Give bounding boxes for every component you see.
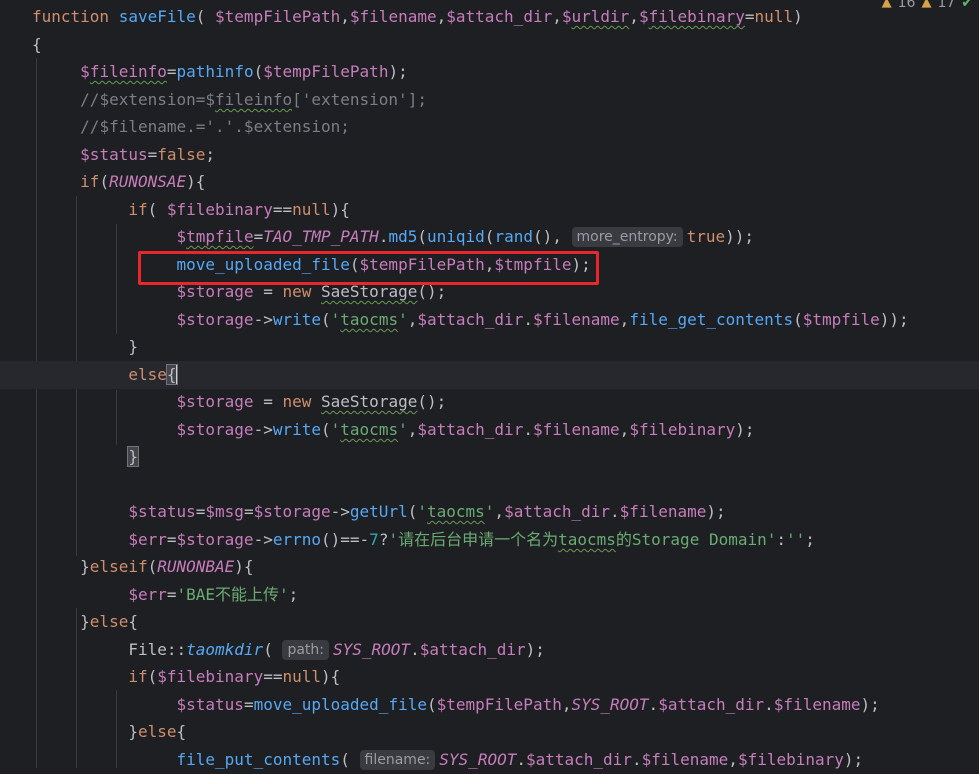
parameter-hint: path:	[282, 640, 329, 660]
weak-warning-count: 17	[937, 0, 956, 11]
parameter-hint: more_entropy:	[571, 227, 683, 247]
code-line[interactable]: if($filebinary==null){	[0, 663, 979, 691]
code-line[interactable]: if(RUNONSAE){	[0, 168, 979, 196]
code-line[interactable]: $err='BAE不能上传';	[0, 581, 979, 609]
code-line[interactable]: //$filename.='.'.$extension;	[0, 113, 979, 141]
code-line[interactable]: File::taomkdir( path: SYS_ROOT.$attach_di…	[0, 636, 979, 664]
inspection-status[interactable]: ▲ 16 ▲ 17 ✔	[881, 0, 979, 12]
warning-count: 16	[897, 0, 916, 11]
code-line[interactable]: $status=$msg=$storage->getUrl('taocms',$…	[0, 498, 979, 526]
code-line[interactable]: file_put_contents( filename: SYS_ROOT.$at…	[0, 746, 979, 774]
code-line[interactable]: }	[0, 443, 979, 471]
parameter-hint: filename:	[359, 750, 436, 770]
code-line[interactable]: $tmpfile=TAO_TMP_PATH.md5(uniqid(rand(),…	[0, 223, 979, 251]
code-line[interactable]: if( $filebinary==null){	[0, 196, 979, 224]
code-line[interactable]: $err=$storage->errno()==-7?'请在后台申请一个名为ta…	[0, 526, 979, 554]
code-line[interactable]: $storage = new SaeStorage();	[0, 388, 979, 416]
warning-triangle-icon: ▲	[921, 0, 932, 10]
highlight-box	[138, 251, 599, 285]
code-line[interactable]: }else{	[0, 608, 979, 636]
warning-triangle-icon: ▲	[881, 0, 892, 10]
code-line[interactable]: }elseif(RUNONBAE){	[0, 553, 979, 581]
code-line[interactable]: function saveFile( $tempFilePath,$filena…	[0, 3, 979, 31]
double-check-icon: ✔	[961, 0, 973, 11]
code-line[interactable]	[0, 471, 979, 499]
code-line[interactable]: $storage->write('taocms',$attach_dir.$fi…	[0, 306, 979, 334]
code-line[interactable]: //$extension=$fileinfo['extension'];	[0, 86, 979, 114]
code-line[interactable]: $fileinfo=pathinfo($tempFilePath);	[0, 58, 979, 86]
code-line[interactable]: $status=false;	[0, 141, 979, 169]
code-line[interactable]: }else{	[0, 718, 979, 746]
code-editor[interactable]: function saveFile( $tempFilePath,$filena…	[0, 0, 979, 770]
code-line[interactable]: {	[0, 31, 979, 59]
code-line[interactable]: $storage->write('taocms',$attach_dir.$fi…	[0, 416, 979, 444]
code-line[interactable]: $status=move_uploaded_file($tempFilePath…	[0, 691, 979, 719]
code-line[interactable]: }	[0, 333, 979, 361]
code-line-current[interactable]: else{	[0, 361, 979, 389]
